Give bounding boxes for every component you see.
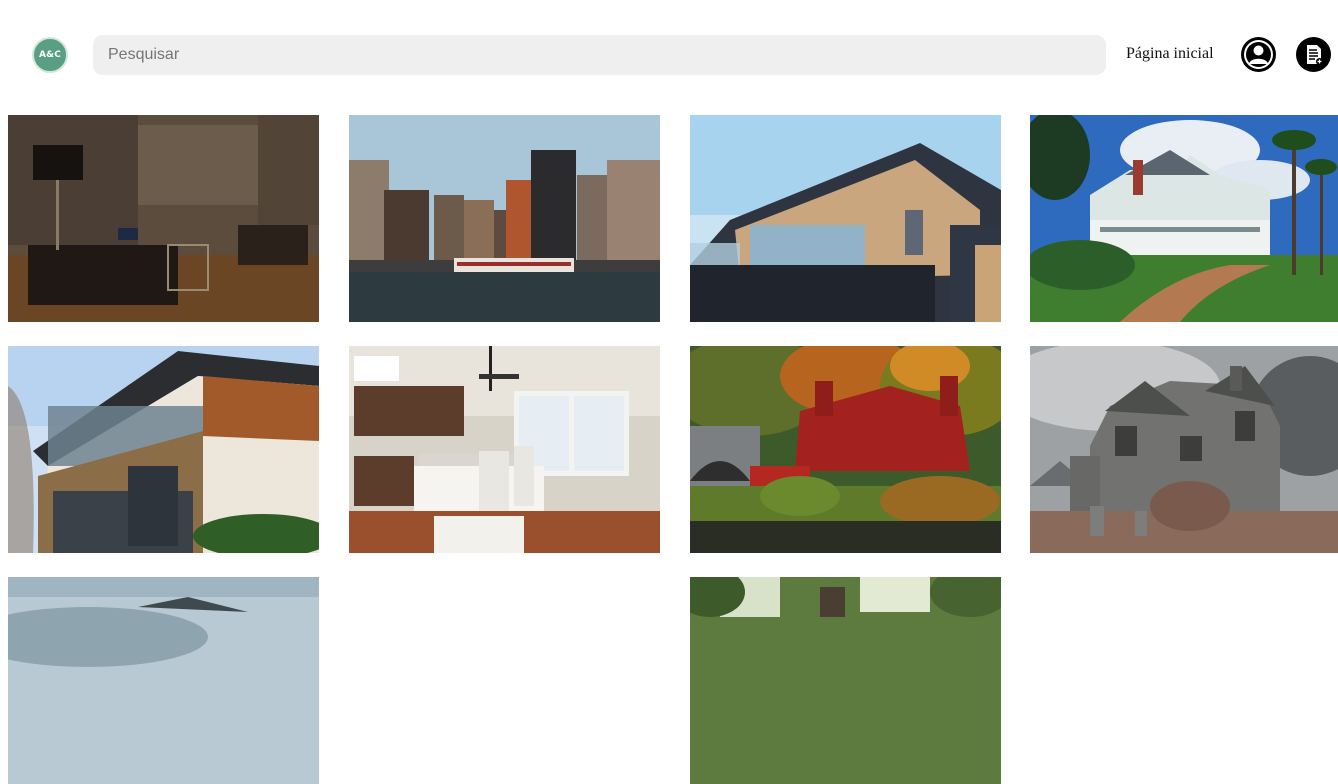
gallery-image-ivy-covered-cottage[interactable] <box>690 346 1001 553</box>
gallery-image-forest-house[interactable] <box>690 577 1001 784</box>
gallery-image-mountain-landscape[interactable] <box>8 577 319 784</box>
gallery-image-modern-flat-roof-house[interactable] <box>690 115 1001 322</box>
gallery-image-amsterdam-canal-houses[interactable] <box>349 115 660 322</box>
gallery-image-victorian-mansion[interactable] <box>1030 115 1338 322</box>
gallery-image-white-kitchen-island[interactable] <box>349 346 660 553</box>
gallery-image-haunted-stone-house[interactable] <box>1030 346 1338 553</box>
document-add-icon[interactable] <box>1296 37 1331 72</box>
nav-home-link[interactable]: Página inicial <box>1126 45 1214 63</box>
logo[interactable]: A&C <box>32 37 68 73</box>
search-input[interactable] <box>93 35 1106 75</box>
gallery-image-modern-wood-stone-house[interactable] <box>8 346 319 553</box>
user-circle-icon[interactable] <box>1241 37 1276 72</box>
gallery-image-stone-living-room[interactable] <box>8 115 319 322</box>
top-header: A&C Página inicial <box>0 0 1338 110</box>
